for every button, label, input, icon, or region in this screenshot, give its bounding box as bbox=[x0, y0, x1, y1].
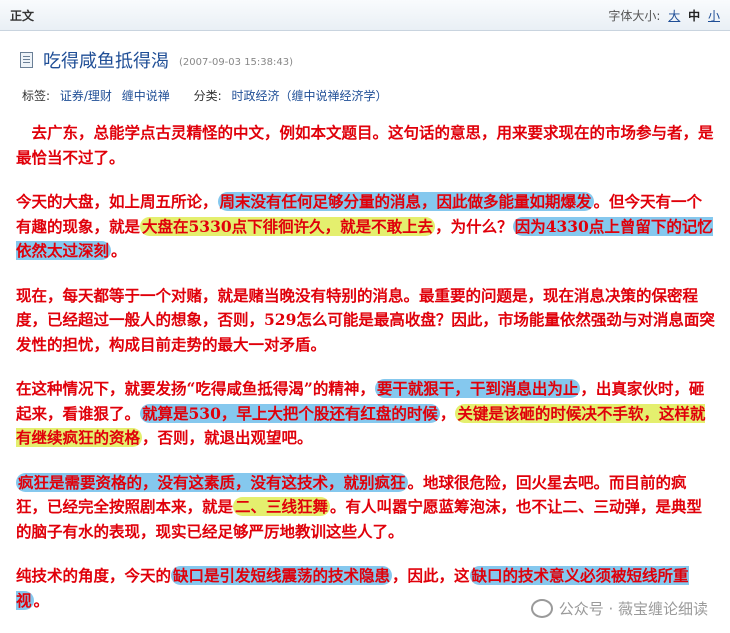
paragraph: 现在，每天都等于一个对赌，就是赌当晚没有特别的消息。最重要的问题是，现在消息决策… bbox=[16, 285, 715, 354]
highlight-blue: 要干就狠干，干到消息出为止 bbox=[374, 379, 581, 398]
tag-link[interactable]: 缠中说禅 bbox=[122, 89, 170, 103]
highlight-blue: 疯狂是需要资格的，没有这素质，没有这技术，就别疯狂 bbox=[16, 472, 408, 492]
font-size-control: 字体大小: 大 中 小 bbox=[608, 7, 720, 24]
tags-label: 标签: bbox=[22, 89, 51, 103]
font-size-label: 字体大小: bbox=[608, 9, 661, 23]
article-body: 去广东，总能学点古灵精怪的中文，例如本文题目。这句话的意思，用来要求现在的市场参… bbox=[16, 121, 716, 633]
post-header: 吃得咸鱼抵得渴 (2007-09-03 15:38:43) bbox=[20, 48, 293, 72]
font-size-small-link[interactable]: 小 bbox=[708, 9, 720, 23]
category-link[interactable]: 时政经济（缠中说禅经济学） bbox=[231, 89, 387, 103]
font-size-large-link[interactable]: 大 bbox=[668, 9, 680, 23]
top-bar: 正文 字体大小: 大 中 小 bbox=[0, 0, 730, 31]
font-size-medium-link[interactable]: 中 bbox=[688, 9, 700, 23]
highlight-blue: 就算是530，早上大把个股还有红盘的时候 bbox=[140, 403, 440, 423]
document-icon bbox=[20, 52, 33, 68]
category-label: 分类: bbox=[193, 89, 222, 103]
paragraph: 在这种情况下，就要发扬“吃得咸鱼抵得渴”的精神， 要干就狠干，干到消息出为止 ，出真… bbox=[16, 379, 706, 447]
watermark-text: 公众号 · 薇宝缠论细读 bbox=[558, 600, 708, 618]
highlight-yellow: 二、三线狂舞 bbox=[233, 497, 331, 516]
wechat-icon bbox=[530, 599, 553, 618]
highlight-blue: 周末没有任何足够分量的消息，因此做多能量如期爆发 bbox=[217, 192, 594, 211]
highlight-blue: 缺口是引发短线震荡的技术隐患 bbox=[171, 566, 393, 585]
paragraph: 去广东，总能学点古灵精怪的中文，例如本文题目。这句话的意思，用来要求现在的市场参… bbox=[16, 123, 714, 167]
section-label: 正文 bbox=[10, 9, 35, 23]
highlight-yellow: 大盘在5330点下徘徊许久，就是不敢上去 bbox=[140, 216, 436, 236]
watermark: 公众号 · 薇宝缠论细读 bbox=[530, 598, 708, 619]
tag-link[interactable]: 证券/理财 bbox=[60, 89, 112, 103]
paragraph: 疯狂是需要资格的，没有这素质，没有这技术，就别疯狂 。地球很危险，回火星去吧。而目… bbox=[16, 472, 703, 541]
post-date: (2007-09-03 15:38:43) bbox=[179, 56, 294, 68]
post-meta: 标签: 证券/理财 缠中说禅 分类: 时政经济（缠中说禅经济学） bbox=[22, 87, 393, 104]
paragraph: 今天的大盘，如上周五所论， 周末没有任何足够分量的消息，因此做多能量如期爆发 。但今… bbox=[16, 192, 713, 260]
post-title: 吃得咸鱼抵得渴 bbox=[43, 51, 169, 72]
